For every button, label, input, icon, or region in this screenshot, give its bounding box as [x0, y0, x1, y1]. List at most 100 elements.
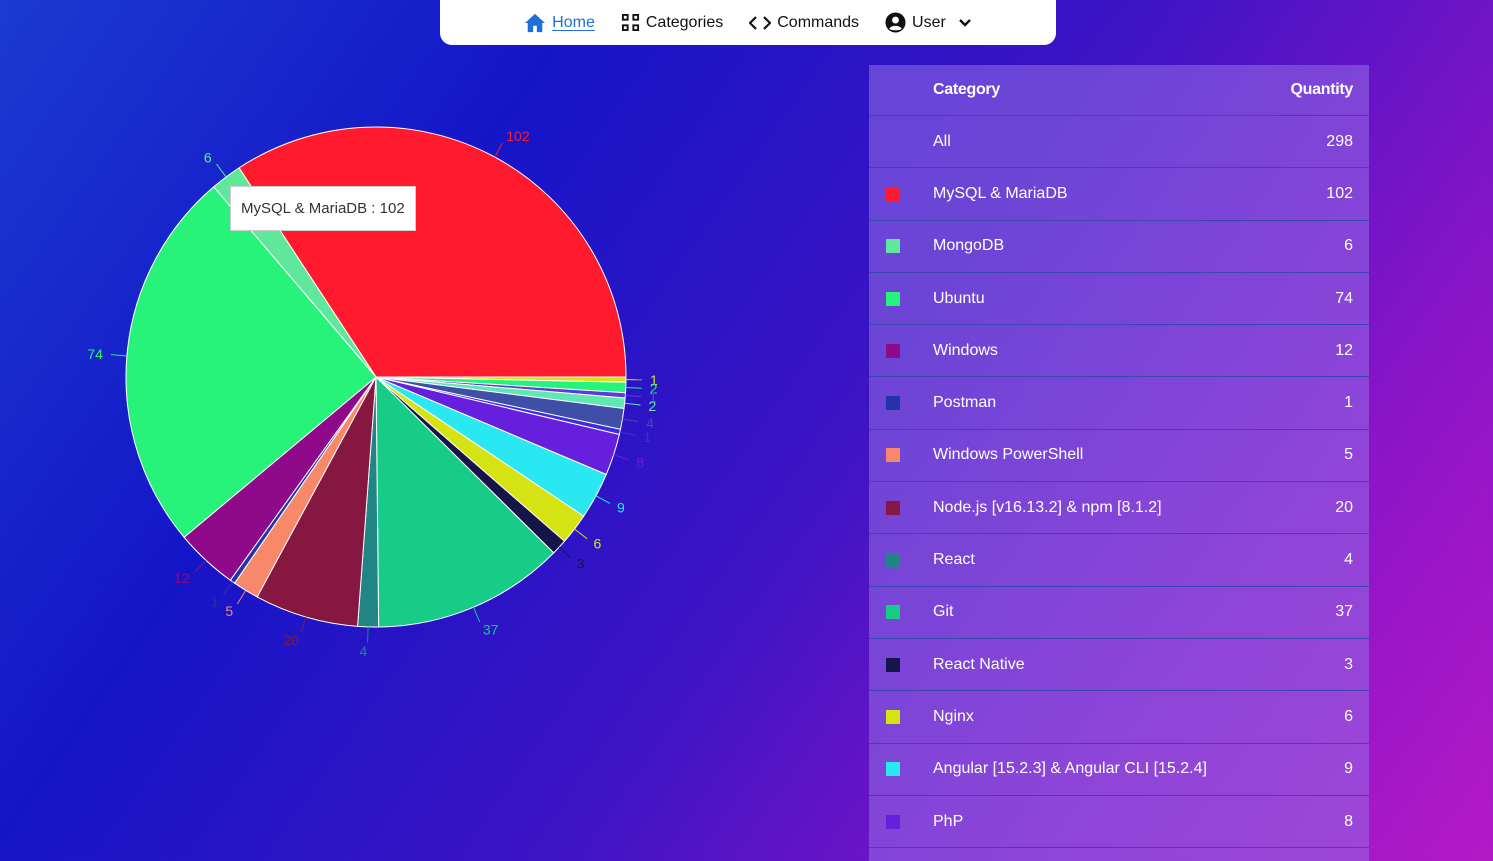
row-quantity: 8	[1344, 812, 1353, 830]
color-swatch	[886, 605, 900, 620]
nav-categories-label: Categories	[645, 13, 724, 31]
nav-home-label: Home	[552, 13, 595, 31]
row-category: All	[933, 132, 951, 150]
row-category: Git	[933, 603, 954, 621]
table-row[interactable]: Postman 1	[869, 377, 1369, 430]
row-quantity: 12	[1335, 341, 1353, 359]
slice-label-line	[625, 394, 642, 398]
row-quantity: 3	[1344, 655, 1353, 673]
slice-label-line	[613, 454, 629, 461]
slice-value-label: 5	[225, 603, 233, 619]
slice-label-line	[574, 528, 588, 540]
slice-value-label: 2	[648, 398, 656, 414]
user-circle-icon	[885, 12, 906, 33]
slice-value-label: 6	[204, 150, 212, 166]
row-category: PhP	[933, 812, 964, 830]
color-swatch	[886, 553, 900, 568]
table-row[interactable]: MongoDB 6	[869, 221, 1369, 273]
home-icon	[524, 13, 546, 33]
color-swatch	[886, 762, 900, 777]
row-category: React	[933, 551, 975, 569]
table-row[interactable]: React Native 3	[869, 639, 1369, 692]
category-column-header[interactable]: Category	[933, 81, 1249, 99]
slice-label-line	[300, 616, 307, 633]
slice-value-label: 6	[594, 536, 602, 552]
slice-label-line	[236, 590, 247, 605]
table-row[interactable]: MySQL & MariaDB 102	[869, 168, 1369, 221]
category-table: Category Quantity All 298 MySQL & MariaD…	[869, 65, 1369, 861]
chevron-down-icon[interactable]	[958, 18, 972, 28]
quantity-column-header[interactable]: Quantity	[1249, 81, 1369, 99]
grid-icon	[621, 13, 640, 32]
table-row[interactable]: Node.js [v16.13.2] & npm [8.1.2] 20	[869, 482, 1369, 535]
row-quantity: 37	[1335, 603, 1353, 621]
slice-label-line	[222, 581, 233, 596]
row-quantity: 9	[1344, 760, 1353, 778]
color-swatch	[886, 500, 900, 515]
table-body: MySQL & MariaDB 102 MongoDB 6 Ubuntu 74 Window…	[869, 168, 1369, 861]
nav-user-label: User	[912, 13, 946, 31]
slice-label-line	[367, 626, 369, 643]
table-row[interactable]: CSS1	[869, 848, 1369, 861]
table-row[interactable]: Nginx 6	[869, 691, 1369, 744]
table-row-all[interactable]: All 298	[869, 116, 1369, 169]
slice-value-label: 3	[577, 555, 585, 571]
code-icon	[749, 15, 772, 31]
color-swatch	[886, 239, 900, 254]
row-category: Angular [15.2.3] & Angular CLI [15.2.4]	[933, 760, 1207, 778]
row-quantity: 20	[1335, 498, 1353, 516]
table-row[interactable]: PhP 8	[869, 796, 1369, 849]
row-quantity: 298	[1326, 132, 1353, 150]
row-category: Node.js [v16.13.2] & npm [8.1.2]	[933, 498, 1162, 516]
top-navbar: Home Categories Commands User	[440, 0, 1056, 45]
row-quantity: 6	[1344, 237, 1353, 255]
row-quantity: 1	[1344, 394, 1353, 412]
row-category: Windows	[933, 341, 998, 359]
slice-label-line	[216, 163, 227, 178]
row-quantity: 74	[1335, 289, 1353, 307]
color-swatch	[886, 709, 900, 724]
nav-categories[interactable]: Categories	[621, 0, 723, 45]
slice-label-line	[494, 142, 503, 158]
table-row[interactable]: Windows PowerShell 5	[869, 430, 1369, 483]
color-swatch	[886, 291, 900, 306]
table-row[interactable]: Ubuntu 74	[869, 273, 1369, 326]
row-category: Postman	[933, 394, 997, 412]
chart-tooltip: MySQL & MariaDB : 102	[230, 186, 416, 231]
row-quantity: 4	[1344, 551, 1353, 569]
nav-user[interactable]: User	[885, 0, 972, 45]
nav-commands[interactable]: Commands	[749, 0, 859, 45]
nav-home[interactable]: Home	[524, 0, 595, 45]
slice-label-line	[619, 431, 636, 436]
slice-value-label: 74	[87, 346, 103, 362]
table-row[interactable]: Angular [15.2.3] & Angular CLI [15.2.4] 9	[869, 744, 1369, 796]
slice-value-label: 9	[617, 499, 625, 515]
row-quantity: 5	[1344, 446, 1353, 464]
color-swatch	[886, 657, 900, 672]
slice-value-label: 20	[283, 632, 299, 648]
color-swatch	[886, 186, 900, 201]
slice-value-label: 4	[360, 643, 368, 659]
slice-value-label: 12	[174, 570, 190, 586]
color-swatch	[886, 343, 900, 358]
row-category: MongoDB	[933, 237, 1005, 255]
slice-label-line	[558, 546, 572, 559]
slice-value-label: 1	[643, 429, 651, 445]
color-swatch	[886, 448, 900, 463]
table-row[interactable]: Windows 12	[869, 325, 1369, 378]
slice-label-line	[624, 402, 641, 406]
slice-value-label: 37	[483, 621, 499, 637]
slice-value-label: 102	[506, 128, 530, 144]
row-category: React Native	[933, 655, 1025, 673]
row-category: Ubuntu	[933, 289, 985, 307]
slice-label-line	[625, 387, 642, 389]
table-row[interactable]: React 4	[869, 534, 1369, 587]
color-swatch	[886, 396, 900, 411]
row-category: MySQL & MariaDB	[933, 184, 1068, 202]
row-quantity: 6	[1344, 707, 1353, 725]
table-row[interactable]: Git 37	[869, 587, 1369, 639]
color-swatch	[886, 814, 900, 829]
slice-value-label: 8	[636, 454, 644, 470]
slice-label-line	[194, 559, 207, 573]
row-category: Windows PowerShell	[933, 446, 1084, 464]
